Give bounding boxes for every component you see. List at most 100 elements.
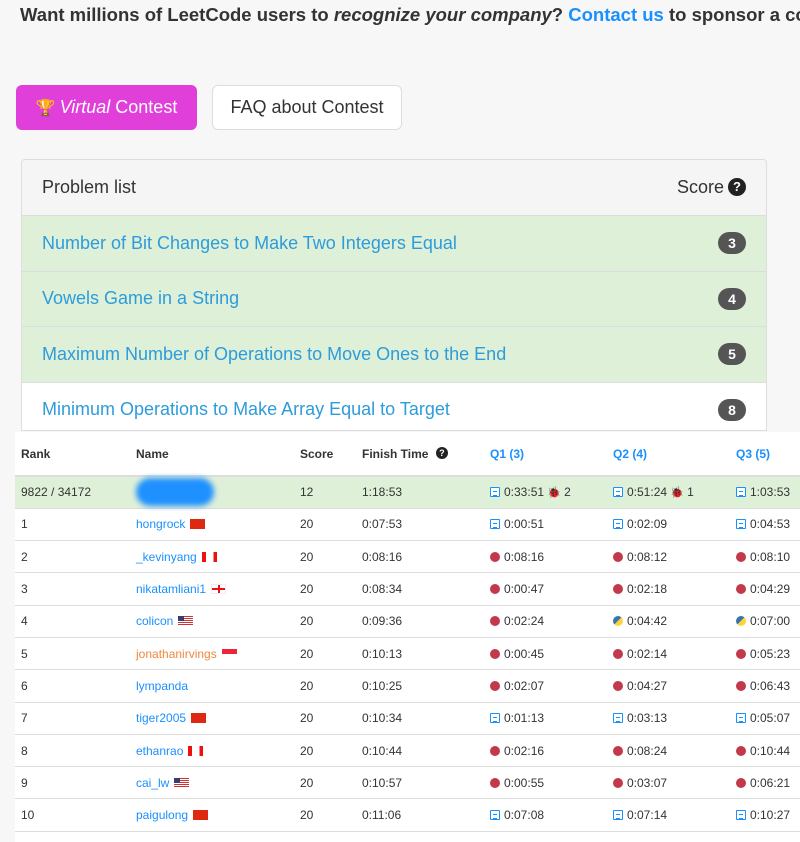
q3-cell[interactable]: 0:07:00 — [730, 605, 800, 638]
q2-cell[interactable]: 0:07:14 — [607, 798, 730, 832]
ranking-row: 8 ethanrao 20 0:10:44 0:02:16 0:08:24 0:… — [15, 734, 800, 768]
q1-cell[interactable]: 0:07:08 — [484, 798, 607, 832]
score-cell: 20 — [294, 508, 356, 542]
contact-us-link[interactable]: Contact us — [568, 4, 664, 25]
q2-cell[interactable]: 0:03:13 — [607, 702, 730, 735]
finish-time-cell: 0:10:13 — [356, 637, 484, 671]
cpp-icon — [490, 745, 500, 756]
score-cell: 20 — [294, 540, 356, 574]
ranking-row: 5 jonathanirvings 20 0:10:13 0:00:45 0:0… — [15, 637, 800, 671]
virtual-label: Virtual — [59, 97, 111, 117]
finish-time-cell: 0:10:57 — [356, 766, 484, 800]
rank-cell: 2 — [15, 540, 130, 574]
problem-row: Number of Bit Changes to Make Two Intege… — [22, 216, 766, 272]
q2-header[interactable]: Q2 (4) — [607, 432, 730, 477]
q3-header[interactable]: Q3 (5) — [730, 432, 800, 477]
q3-cell[interactable]: 0:10:27 — [730, 798, 800, 832]
score-cell: 20 — [294, 637, 356, 671]
name-cell: ethanrao — [130, 734, 294, 768]
q1-cell[interactable]: 0:00:47 — [484, 572, 607, 606]
my-q2[interactable]: 0:51:24 🐞 1 — [607, 476, 730, 509]
problem-list-title: Problem list — [42, 177, 137, 197]
q2-cell[interactable]: 0:04:42 — [607, 605, 730, 638]
q3-cell[interactable]: 0:05:23 — [730, 637, 800, 671]
user-link[interactable]: colicon — [136, 614, 173, 628]
q1-cell[interactable]: 0:02:07 — [484, 669, 607, 703]
q3-cell[interactable]: 0:06:21 — [730, 766, 800, 800]
file-icon — [490, 487, 500, 498]
q3-cell[interactable]: 0:05:07 — [730, 702, 800, 735]
my-q1[interactable]: 0:33:51 🐞 2 — [484, 476, 607, 509]
q3-cell[interactable]: 0:04:53 — [730, 508, 800, 542]
faq-contest-button[interactable]: FAQ about Contest — [212, 85, 402, 130]
flag-us-icon — [178, 616, 194, 627]
q1-cell[interactable]: 0:00:55 — [484, 766, 607, 800]
q3-cell[interactable]: 0:06:43 — [730, 669, 800, 703]
q2-cell[interactable]: 0:02:18 — [607, 572, 730, 606]
q1-cell[interactable]: 0:00:45 — [484, 637, 607, 671]
sponsor-banner: Want millions of LeetCode users to recog… — [20, 4, 800, 26]
q2-cell[interactable]: 0:02:09 — [607, 508, 730, 542]
q1-cell[interactable]: 0:00:51 — [484, 508, 607, 542]
sponsor-emphasis: recognize your company — [333, 4, 552, 25]
rank-cell: 4 — [15, 605, 130, 638]
q2-cell[interactable]: 0:03:07 — [607, 766, 730, 800]
name-cell: hongrock — [130, 508, 294, 542]
user-link[interactable]: paigulong — [136, 808, 188, 822]
my-score: 12 — [294, 476, 356, 509]
my-finish-time: 1:18:53 — [356, 476, 484, 509]
problem-list-panel: Problem list Score? Number of Bit Change… — [21, 159, 767, 431]
user-link[interactable]: nikatamliani1 — [136, 582, 206, 596]
q3-cell[interactable]: 0:08:10 — [730, 540, 800, 574]
help-icon[interactable]: ? — [435, 446, 448, 459]
cpp-icon — [736, 745, 746, 756]
rank-cell: 6 — [15, 669, 130, 703]
q2-cell[interactable]: 0:04:27 — [607, 669, 730, 703]
q1-cell[interactable]: 0:08:16 — [484, 540, 607, 574]
q1-cell[interactable]: 0:01:13 — [484, 702, 607, 735]
user-link[interactable]: lympanda — [136, 679, 188, 693]
score-cell: 20 — [294, 669, 356, 703]
q1-header[interactable]: Q1 (3) — [484, 432, 607, 477]
cpp-icon — [736, 551, 746, 562]
score-col-header: Score — [294, 432, 356, 477]
q1-cell[interactable]: 0:02:16 — [484, 734, 607, 768]
ranking-row: 10 paigulong 20 0:11:06 0:07:08 0:07:14 … — [15, 798, 800, 832]
file-icon — [736, 519, 746, 530]
user-link[interactable]: _kevinyang — [136, 550, 197, 564]
score-cell: 20 — [294, 798, 356, 832]
problem-score-badge: 4 — [718, 287, 746, 310]
flag-ge-icon — [211, 584, 227, 595]
bug-icon: 🐞 — [670, 487, 684, 500]
user-link[interactable]: hongrock — [136, 517, 185, 531]
problem-link[interactable]: Maximum Number of Operations to Move One… — [42, 344, 506, 365]
user-link[interactable]: cai_lw — [136, 776, 169, 790]
score-cell: 20 — [294, 702, 356, 735]
q2-cell[interactable]: 0:08:24 — [607, 734, 730, 768]
rank-cell: 7 — [15, 702, 130, 735]
q2-cell[interactable]: 0:02:14 — [607, 637, 730, 671]
python-icon — [736, 616, 746, 627]
sponsor-text: Want millions of LeetCode users to — [20, 4, 334, 25]
user-link[interactable]: jonathanirvings — [136, 647, 217, 661]
q1-cell[interactable]: 0:02:24 — [484, 605, 607, 638]
virtual-contest-button[interactable]: 🏆 Virtual Contest — [16, 85, 197, 130]
problem-link[interactable]: Minimum Operations to Make Array Equal t… — [42, 399, 450, 420]
q2-cell[interactable]: 0:08:12 — [607, 540, 730, 574]
ranking-table: Rank Name Score Finish Time ? Q1 (3) Q2 … — [15, 432, 800, 832]
problem-link[interactable]: Vowels Game in a String — [42, 288, 239, 309]
redaction-scribble — [136, 478, 214, 507]
q3-cell[interactable]: 0:04:29 — [730, 572, 800, 606]
ranking-table-wrap: Rank Name Score Finish Time ? Q1 (3) Q2 … — [0, 432, 800, 842]
user-link[interactable]: tiger2005 — [136, 711, 186, 725]
score-cell: 20 — [294, 734, 356, 768]
q3-cell[interactable]: 0:10:44 — [730, 734, 800, 768]
problem-link[interactable]: Number of Bit Changes to Make Two Intege… — [42, 233, 457, 254]
user-link[interactable]: ethanrao — [136, 744, 183, 758]
file-icon — [736, 487, 746, 498]
flag-cn-icon — [193, 810, 209, 821]
problem-list-header: Problem list Score? — [22, 160, 766, 216]
name-header: Name — [130, 432, 294, 477]
help-icon[interactable]: ? — [728, 178, 746, 196]
my-q3[interactable]: 1:03:53 — [730, 476, 800, 509]
